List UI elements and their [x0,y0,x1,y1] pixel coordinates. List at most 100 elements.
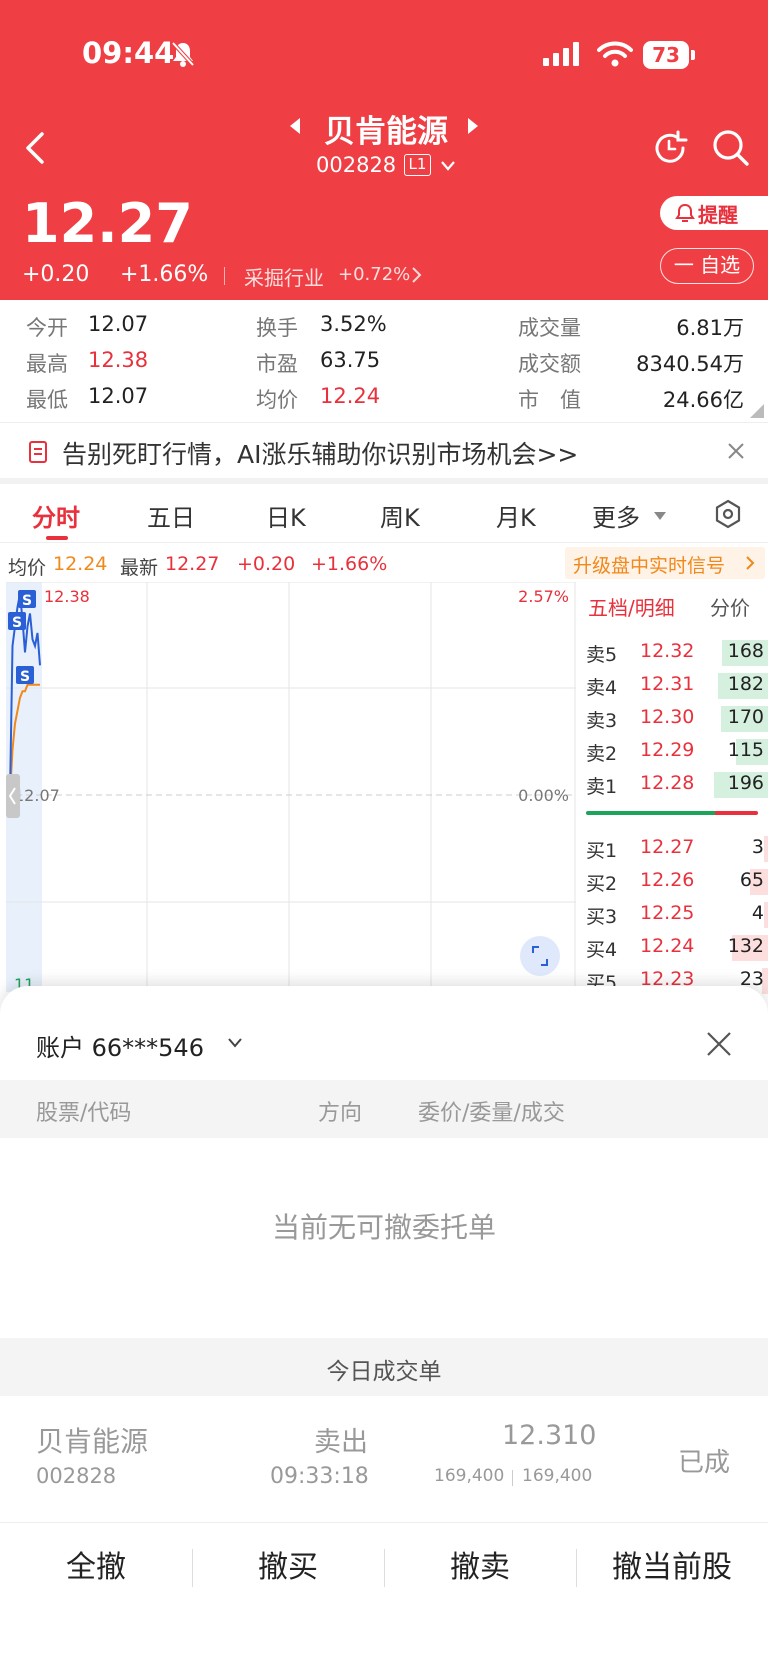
ask-row[interactable]: 卖2 12.29 115 [586,737,768,767]
back-arrow-icon[interactable] [22,130,48,166]
chevron-right-icon[interactable] [411,266,423,284]
battery-icon: 73 [643,41,689,69]
upgrade-signal-button[interactable]: 升级盘中实时信号 [565,547,765,579]
quote-label: 市 值 [518,388,581,412]
trade-filled: 169,400 [522,1466,593,1486]
bid-row[interactable]: 买1 12.27 3 [586,834,768,864]
bid-price: 12.25 [640,902,695,924]
account-selector[interactable]: 账户 66***546 [36,1028,204,1063]
close-icon[interactable] [727,442,745,460]
chart-tabs: 分时 五日 日K 周K 月K 更多 [0,484,768,542]
ask-price: 12.30 [640,706,695,728]
watchlist-button[interactable]: 一 自选 [660,248,754,284]
tab-daily-k[interactable]: 日K [266,498,306,533]
search-icon[interactable] [711,128,751,168]
ask-row[interactable]: 卖5 12.32 168 [586,638,768,668]
bid-price: 12.26 [640,869,695,891]
chevron-down-icon[interactable] [440,160,456,172]
refresh-icon[interactable] [650,128,690,168]
base-price-label: 12.07 [14,786,60,805]
sell-signal-marker[interactable]: S [18,590,36,609]
cancel-buy-button[interactable]: 撤买 [192,1523,384,1613]
header-price-qty: 委价/委量/成交 [418,1101,565,1126]
latest-label: 最新 [120,557,159,579]
industry-pct[interactable]: +0.72% [338,264,410,285]
signal-icon [543,42,579,66]
order-table-header: 股票/代码 方向 委价/委量/成交 [0,1080,768,1138]
ask-level-label: 卖5 [586,644,618,666]
ask-volume: 170 [727,706,764,728]
chart-svg: 12.38 2.57% 12.07 0.00% 11. S S S [6,581,576,994]
ask-row[interactable]: 卖3 12.30 170 [586,704,768,734]
ask-price: 12.32 [640,640,695,662]
battery-level: 73 [652,43,680,67]
latest-value: 12.27 [165,553,220,575]
header-stock-code: 股票/代码 [36,1101,132,1126]
price-change-pct: +1.66% [120,262,209,287]
chevron-down-icon[interactable] [227,1037,243,1049]
chart-left-handle[interactable] [6,774,20,818]
quote-label: 换手 [256,316,298,340]
tab-five-day[interactable]: 五日 [147,498,195,533]
ask-level-label: 卖3 [586,710,618,732]
chart-info-bar: 均价 12.24 最新 12.27 +0.20 +1.66% 升级盘中实时信号 [0,542,768,582]
alert-button[interactable]: 提醒 [660,196,768,230]
trade-row[interactable]: 贝肯能源 002828 卖出 09:33:18 12.310 169,400 1… [0,1396,768,1508]
orderbook-tab-price[interactable]: 分价 [710,592,750,621]
quote-value: 63.75 [320,348,381,372]
bell-icon [675,203,695,222]
svg-text:S: S [22,593,32,609]
fullscreen-button[interactable] [520,936,560,976]
cancel-all-button[interactable]: 全撤 [0,1523,192,1613]
svg-text:S: S [20,669,30,685]
today-trades-header: 今日成交单 [0,1338,768,1396]
ai-banner[interactable]: 告别死盯行情，AI涨乐辅助你识别市场机会>> [0,422,768,478]
prev-stock-icon[interactable] [288,116,302,136]
settings-icon[interactable] [713,499,743,529]
next-stock-icon[interactable] [466,116,480,136]
cancel-sell-button[interactable]: 撤卖 [384,1523,576,1613]
bid-volume-bar [764,836,768,862]
bid-volume: 132 [727,935,764,957]
bid-level-label: 买2 [586,873,618,895]
tab-more[interactable]: 更多 [592,498,640,533]
ask-level-label: 卖4 [586,677,618,699]
close-icon[interactable] [705,1030,733,1058]
ask-price: 12.29 [640,739,695,761]
ask-price: 12.31 [640,673,695,695]
ask-row[interactable]: 卖1 12.28 196 [586,770,768,800]
quote-label: 市盈 [256,352,298,376]
bid-price: 12.24 [640,935,695,957]
orderbook-tab-level5[interactable]: 五档/明细 [588,592,675,621]
bid-row[interactable]: 买2 12.26 65 [586,867,768,897]
banner-text: 告别死盯行情，AI涨乐辅助你识别市场机会>> [62,440,579,469]
quote-value: 12.07 [88,312,149,336]
intraday-chart[interactable]: 12.38 2.57% 12.07 0.00% 11. S S S [6,581,576,994]
ask-level-label: 卖2 [586,743,618,765]
tab-weekly-k[interactable]: 周K [380,498,420,533]
dropdown-triangle-icon[interactable] [653,511,667,521]
quote-value: 24.66亿 [662,388,744,412]
tab-intraday[interactable]: 分时 [32,498,80,533]
quote-value: 12.07 [88,384,149,408]
bid-level-label: 买3 [586,906,618,928]
bid-price: 12.27 [640,836,695,858]
stock-code: 002828 [316,153,397,177]
sell-signal-marker[interactable]: S [16,666,34,685]
bid-row[interactable]: 买3 12.25 4 [586,900,768,930]
expand-corner-icon[interactable] [750,404,764,418]
stock-name: 贝肯能源 [324,114,448,150]
trade-status: 已成 [678,1448,731,1478]
cancel-current-stock-button[interactable]: 撤当前股 [576,1523,768,1613]
quote-value: 12.38 [88,348,149,372]
ask-row[interactable]: 卖4 12.31 182 [586,671,768,701]
svg-text:S: S [12,615,22,631]
trade-stock-name: 贝肯能源 [36,1425,149,1458]
bid-volume: 3 [751,836,764,858]
trade-direction: 卖出 [314,1427,368,1458]
industry-name[interactable]: 采掘行业 [244,262,324,291]
tab-monthly-k[interactable]: 月K [496,498,536,533]
sell-signal-marker[interactable]: S [8,612,26,631]
bid-row[interactable]: 买4 12.24 132 [586,933,768,963]
upgrade-label: 升级盘中实时信号 [573,555,726,577]
